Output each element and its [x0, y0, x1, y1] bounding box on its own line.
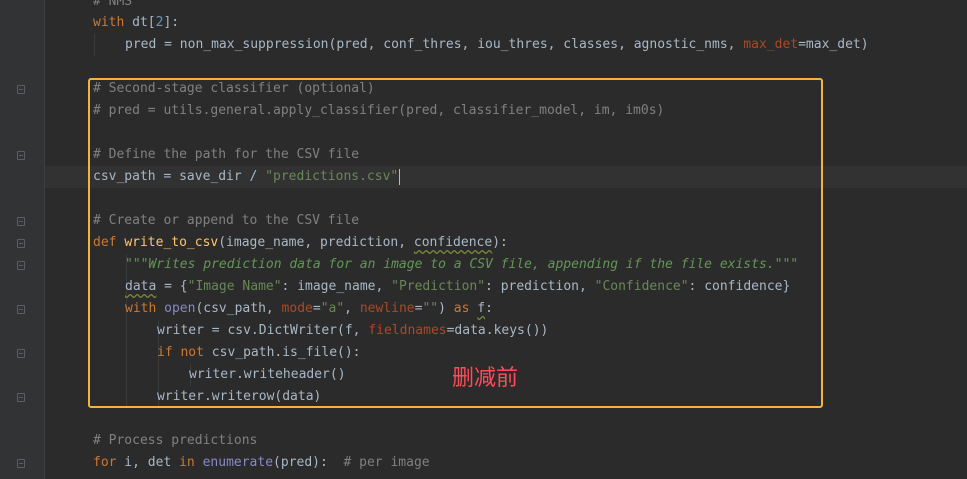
code-line: pred = non_max_suppression(pred, conf_th…	[125, 37, 869, 52]
highlight-box	[88, 78, 823, 408]
indent-guide	[94, 34, 95, 56]
fold-marker-icon[interactable]	[17, 239, 25, 248]
fold-marker-icon[interactable]	[17, 305, 25, 314]
annotation-label: 删减前	[452, 366, 519, 391]
code-line: with dt[2]:	[93, 15, 180, 30]
fold-marker-icon[interactable]	[17, 459, 25, 468]
code-line: for i, det in enumerate(pred): # per ima…	[93, 455, 430, 470]
fold-marker-icon[interactable]	[17, 217, 25, 226]
fold-marker-icon[interactable]	[17, 261, 25, 270]
fold-marker-icon[interactable]	[17, 85, 25, 94]
code-line: # Process predictions	[93, 433, 258, 448]
fold-marker-icon[interactable]	[17, 151, 25, 160]
fold-marker-icon[interactable]	[17, 393, 25, 402]
fold-marker-icon[interactable]	[17, 349, 25, 358]
